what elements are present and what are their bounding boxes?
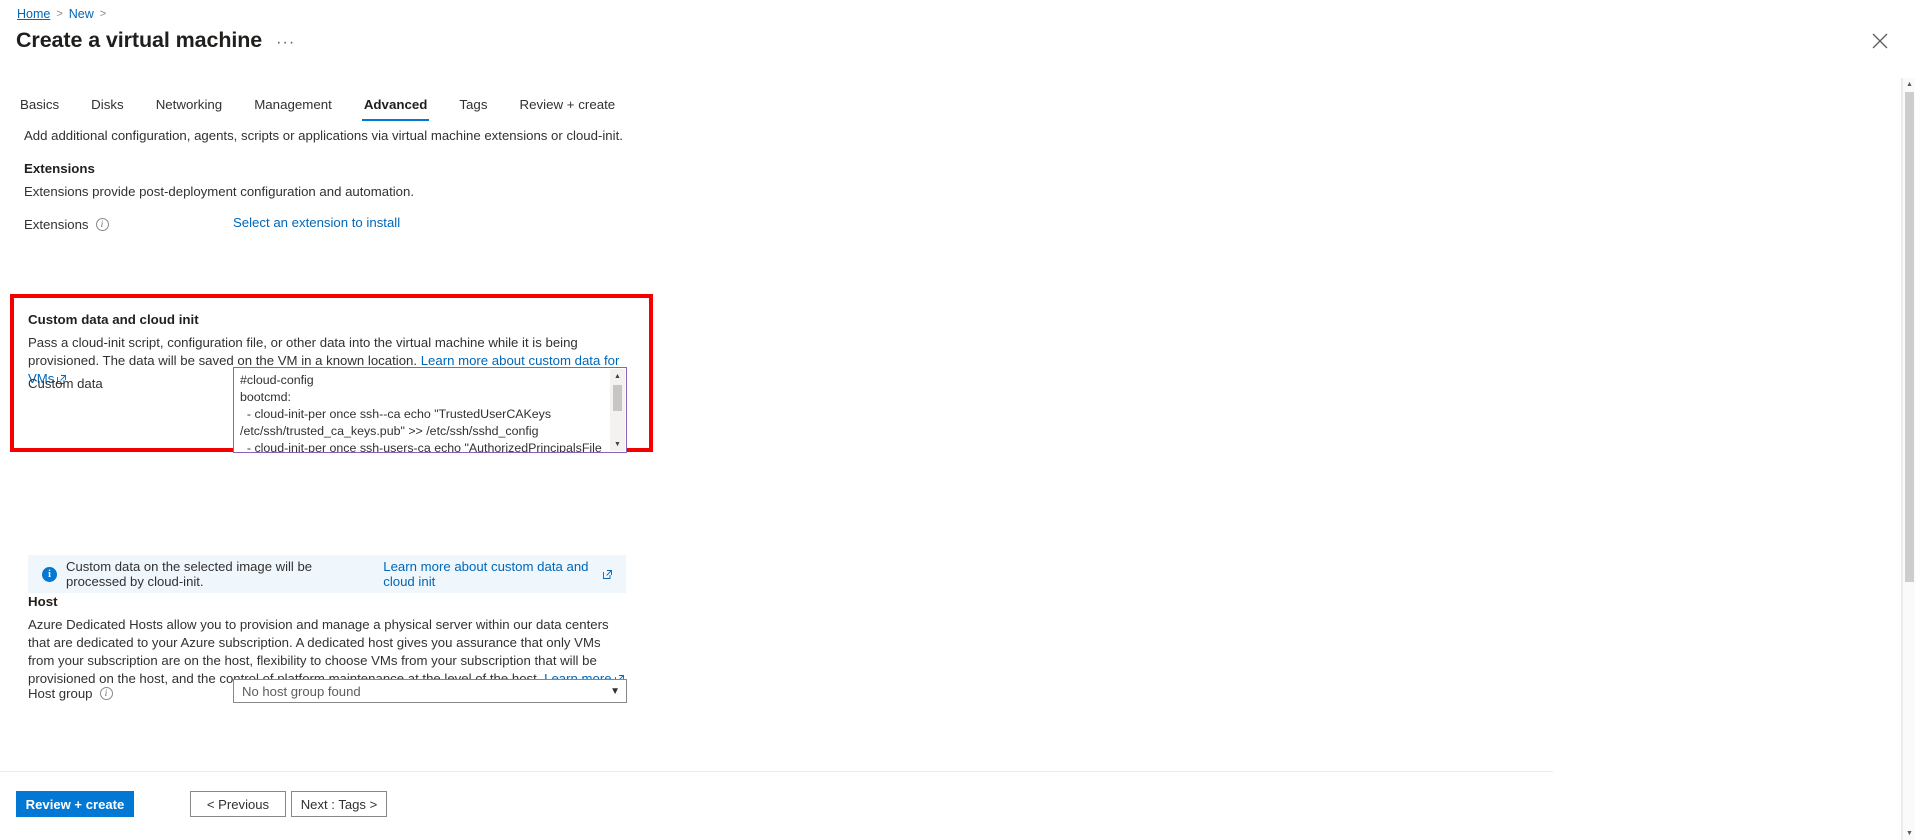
tab-networking-label: Networking xyxy=(155,97,223,112)
host-group-field-label-text: Host group xyxy=(28,686,93,701)
scroll-up-icon[interactable]: ▲ xyxy=(610,369,625,383)
scroll-up-icon[interactable]: ▲ xyxy=(1903,78,1915,91)
title-row: Create a virtual machine ··· xyxy=(16,28,295,53)
footer-actions: Review + create < Previous Next : Tags > xyxy=(16,791,387,817)
extensions-heading: Extensions xyxy=(24,161,95,176)
next-tags-button[interactable]: Next : Tags > xyxy=(291,791,387,817)
custom-data-field-label: Custom data xyxy=(28,376,103,391)
host-heading: Host xyxy=(28,594,58,609)
banner-learn-more-link[interactable]: Learn more about custom data and cloud i… xyxy=(383,559,591,589)
extensions-field-label-text: Extensions xyxy=(24,217,89,232)
select-extension-link[interactable]: Select an extension to install xyxy=(233,215,400,230)
breadcrumb-new[interactable]: New xyxy=(69,6,94,22)
chevron-down-icon: ▼ xyxy=(610,685,620,697)
host-group-field-label: Host group i xyxy=(28,686,113,701)
tab-disks-label: Disks xyxy=(91,97,124,112)
custom-data-textarea-scrollbar[interactable]: ▲ ▼ xyxy=(610,369,625,451)
external-link-icon xyxy=(603,567,612,582)
scrollbar-thumb[interactable] xyxy=(1905,92,1914,582)
review-create-button[interactable]: Review + create xyxy=(16,791,134,817)
tab-management-label: Management xyxy=(254,97,332,112)
page-scrollbar[interactable]: ▲ ▼ xyxy=(1902,78,1915,840)
extensions-field-label: Extensions i xyxy=(24,217,109,232)
info-icon[interactable]: i xyxy=(95,218,109,231)
custom-data-textarea[interactable]: #cloud-config bootcmd: - cloud-init-per … xyxy=(233,367,627,453)
tab-review-create[interactable]: Review + create xyxy=(503,94,631,121)
info-icon: i xyxy=(42,566,57,582)
scrollbar-thumb[interactable] xyxy=(613,385,622,411)
scroll-down-icon[interactable]: ▼ xyxy=(610,437,625,451)
breadcrumb-home[interactable]: Home xyxy=(17,6,50,22)
close-icon[interactable] xyxy=(1869,30,1891,52)
custom-data-textarea-value: #cloud-config bootcmd: - cloud-init-per … xyxy=(240,373,602,453)
intro-text: Add additional configuration, agents, sc… xyxy=(24,128,623,143)
scroll-down-icon[interactable]: ▼ xyxy=(1903,827,1915,840)
tab-advanced[interactable]: Advanced xyxy=(348,94,444,121)
breadcrumb: Home > New > xyxy=(17,6,106,22)
page-title: Create a virtual machine xyxy=(16,28,263,52)
host-group-select[interactable]: No host group found ▼ xyxy=(233,679,627,703)
previous-button[interactable]: < Previous xyxy=(190,791,286,817)
custom-data-field-label-text: Custom data xyxy=(28,376,103,391)
tab-tags-label: Tags xyxy=(459,97,488,112)
extensions-description: Extensions provide post-deployment confi… xyxy=(24,184,415,199)
tab-management[interactable]: Management xyxy=(238,94,348,121)
host-group-select-value: No host group found xyxy=(242,683,361,699)
cloud-init-info-banner: i Custom data on the selected image will… xyxy=(28,555,626,593)
footer-divider xyxy=(0,771,1553,772)
custom-data-description-line2: saved on the VM in a known location. xyxy=(198,353,421,368)
breadcrumb-separator-1: > xyxy=(56,8,63,20)
info-icon[interactable]: i xyxy=(99,687,113,700)
tab-advanced-label: Advanced xyxy=(363,97,428,112)
tab-review-create-label: Review + create xyxy=(519,97,616,112)
tab-basics[interactable]: Basics xyxy=(18,94,75,121)
tab-tags[interactable]: Tags xyxy=(443,94,503,121)
custom-data-heading: Custom data and cloud init xyxy=(28,312,199,327)
tab-basics-label: Basics xyxy=(20,97,60,112)
more-options-button[interactable]: ··· xyxy=(276,35,295,51)
breadcrumb-separator-2: > xyxy=(99,8,107,20)
banner-text: Custom data on the selected image will b… xyxy=(66,559,313,589)
tab-networking[interactable]: Networking xyxy=(140,94,239,121)
create-vm-blade: Home > New > Create a virtual machine ··… xyxy=(0,0,1915,840)
tab-list: Basics Disks Networking Management Advan… xyxy=(18,94,631,121)
tab-disks[interactable]: Disks xyxy=(75,94,140,121)
